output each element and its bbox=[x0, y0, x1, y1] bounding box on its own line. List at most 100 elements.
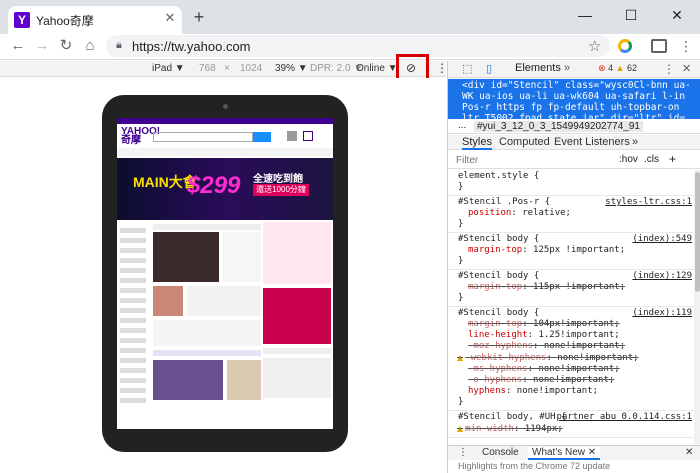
zoom-select[interactable]: 39% ▼ bbox=[275, 63, 308, 74]
property-value[interactable]: : 1194px; bbox=[514, 424, 563, 434]
css-rule[interactable]: element.style {} bbox=[448, 170, 694, 196]
css-declaration[interactable]: -ms-hyphens: none!important; bbox=[458, 364, 688, 375]
property-value[interactable]: : none!important; bbox=[533, 341, 625, 351]
devtools-close-icon[interactable]: ✕ bbox=[682, 62, 691, 75]
css-rule[interactable]: #Stencil .Pos-r {styles-ltr.css:1 positio… bbox=[448, 196, 694, 233]
property-name[interactable]: hyphens bbox=[468, 386, 506, 396]
property-name[interactable]: -o-hyphens bbox=[468, 375, 522, 385]
more-subtabs-icon[interactable]: » bbox=[632, 136, 638, 148]
property-value[interactable]: : relative; bbox=[511, 208, 571, 218]
rule-source-link[interactable]: (index):549 bbox=[632, 234, 692, 245]
right-ad-mid[interactable] bbox=[263, 288, 331, 344]
inspect-element-icon[interactable]: ⬚ bbox=[462, 62, 472, 75]
css-declaration[interactable]: margin-top: 125px !important; bbox=[458, 245, 688, 256]
dom-selected-node[interactable]: <div id="Stencil" class="wysc0Cl-bnn ua-… bbox=[448, 79, 700, 119]
rule-source-link[interactable]: (index):119 bbox=[632, 308, 692, 319]
yahoo-banner-ad[interactable]: MAIN大會 $299 全速吃到飽 還送1000分鐘 bbox=[117, 158, 333, 220]
css-declaration[interactable]: margin-top: 104px!important; bbox=[458, 319, 688, 330]
tab-event-listeners[interactable]: Event Listeners bbox=[554, 136, 630, 148]
property-value[interactable]: : 115px !important; bbox=[522, 282, 625, 292]
tab-computed[interactable]: Computed bbox=[499, 136, 550, 148]
feature-photo[interactable] bbox=[153, 360, 223, 400]
rule-source-link[interactable]: partner_abu_0.0.114.css:1 bbox=[557, 412, 692, 423]
right-ad-top[interactable] bbox=[263, 222, 331, 284]
styles-scrollbar[interactable] bbox=[694, 170, 700, 448]
property-value[interactable]: : none!important; bbox=[506, 386, 598, 396]
browser-tab[interactable]: Y Yahoo奇摩 ✕ bbox=[8, 6, 182, 34]
property-name[interactable]: -moz-hyphens bbox=[468, 341, 533, 351]
css-rule[interactable]: #Stencil body {(index):129 margin-top: 11… bbox=[448, 270, 694, 307]
property-name[interactable]: -webkit-hyphens bbox=[465, 353, 546, 363]
property-name[interactable]: margin-top bbox=[468, 245, 522, 255]
property-value[interactable]: : 125px !important; bbox=[522, 245, 625, 255]
css-declaration[interactable]: position: relative; bbox=[458, 208, 688, 219]
css-declaration[interactable]: ▲ min-width: 1194px; bbox=[457, 423, 688, 435]
device-select[interactable]: iPad ▼ bbox=[152, 63, 185, 74]
css-declaration[interactable]: line-height: 1.25!important; bbox=[458, 330, 688, 341]
css-rule[interactable]: #Stencil body {(index):549 margin-top: 12… bbox=[448, 233, 694, 270]
property-value[interactable]: : none!important; bbox=[546, 353, 638, 363]
mail-icon[interactable] bbox=[303, 131, 313, 141]
property-value[interactable]: : 1.25!important; bbox=[528, 330, 620, 340]
breadcrumb-ellipsis[interactable]: ... bbox=[458, 120, 466, 131]
css-declaration[interactable]: -moz-hyphens: none!important; bbox=[458, 341, 688, 352]
drawer-close-icon[interactable]: ✕ bbox=[685, 447, 693, 458]
device-mode-icon[interactable]: ▯ bbox=[486, 62, 492, 75]
property-value[interactable]: : none!important; bbox=[522, 375, 614, 385]
new-tab-button[interactable]: + bbox=[190, 8, 208, 26]
device-width-input[interactable]: 768 bbox=[199, 63, 216, 74]
chrome-menu-icon[interactable]: ⋮ bbox=[676, 36, 696, 56]
property-name[interactable]: position bbox=[468, 208, 511, 218]
css-rule[interactable]: #Stencil body {(index):119 margin-top: 10… bbox=[448, 307, 694, 411]
yahoo-search-input[interactable] bbox=[153, 132, 253, 142]
lock-icon[interactable]: 🔒︎ bbox=[116, 39, 122, 52]
rule-source-link[interactable]: (index):129 bbox=[632, 271, 692, 282]
more-tabs-icon[interactable]: » bbox=[564, 62, 570, 74]
breadcrumb-node[interactable]: #yui_3_12_0_3_1549949202774_91 bbox=[474, 121, 643, 132]
yahoo-search-button[interactable] bbox=[253, 132, 271, 142]
tab-styles[interactable]: Styles bbox=[462, 136, 492, 150]
property-name[interactable]: margin-top bbox=[468, 319, 522, 329]
bookmark-star-icon[interactable]: ☆ bbox=[588, 37, 601, 55]
home-icon[interactable]: ⌂ bbox=[80, 36, 100, 56]
address-bar[interactable]: 🔒︎ https://tw.yahoo.com ☆ bbox=[106, 35, 610, 57]
minimize-button[interactable]: — bbox=[562, 0, 608, 30]
url-text[interactable]: https://tw.yahoo.com bbox=[132, 39, 251, 54]
property-value[interactable]: : 104px!important; bbox=[522, 319, 620, 329]
property-name[interactable]: -ms-hyphens bbox=[468, 364, 528, 374]
reload-icon[interactable]: ↻ bbox=[56, 36, 76, 56]
extension-icon[interactable] bbox=[618, 39, 632, 53]
back-icon[interactable]: ← bbox=[8, 36, 28, 56]
css-declaration[interactable]: ▲ -webkit-hyphens: none!important; bbox=[457, 352, 688, 364]
news-thumb[interactable] bbox=[153, 286, 183, 316]
property-name[interactable]: line-height bbox=[468, 330, 528, 340]
tab-whats-new[interactable]: What's New ✕ bbox=[528, 447, 601, 460]
network-throttle-select[interactable]: Online ▼ bbox=[356, 63, 398, 74]
maximize-button[interactable]: ☐ bbox=[608, 0, 654, 30]
css-rule[interactable]: #Stencil body, #UH {partner_abu_0.0.114.… bbox=[448, 411, 694, 438]
property-name[interactable]: min-width bbox=[465, 424, 514, 434]
rule-selector[interactable]: element.style { bbox=[458, 171, 688, 182]
close-window-button[interactable]: ✕ bbox=[654, 0, 700, 30]
devtools-menu-icon[interactable]: ⋮ bbox=[663, 62, 675, 76]
css-declaration[interactable]: margin-top: 115px !important; bbox=[458, 282, 688, 293]
property-name[interactable]: margin-top bbox=[468, 282, 522, 292]
scrollbar-thumb[interactable] bbox=[695, 172, 700, 292]
tab-close-icon[interactable]: ✕ bbox=[162, 10, 178, 26]
device-screen[interactable]: YAHOO! 奇摩 MAIN大會 $299 全速吃到飽 還送1000分鐘 bbox=[117, 118, 333, 429]
tab-elements[interactable]: Elements bbox=[515, 62, 561, 74]
forward-icon[interactable]: → bbox=[32, 36, 52, 56]
css-declaration[interactable]: -o-hyphens: none!important; bbox=[458, 375, 688, 386]
cls-toggle[interactable]: .cls bbox=[644, 154, 659, 165]
styles-filter-input[interactable] bbox=[456, 153, 606, 167]
rule-source-link[interactable]: styles-ltr.css:1 bbox=[605, 197, 692, 208]
property-value[interactable]: : none!important; bbox=[528, 364, 620, 374]
error-warning-counter[interactable]: ⊗ 4 ▲ 62 bbox=[598, 63, 637, 74]
tab-console[interactable]: Console bbox=[482, 447, 519, 458]
drawer-menu-icon[interactable]: ⋮ bbox=[458, 447, 468, 458]
extension-window-icon[interactable] bbox=[651, 39, 667, 53]
device-height-input[interactable]: 1024 bbox=[240, 63, 262, 74]
user-icon[interactable] bbox=[287, 131, 297, 141]
hov-toggle[interactable]: :hov bbox=[619, 154, 638, 165]
news-photo[interactable] bbox=[153, 232, 219, 282]
